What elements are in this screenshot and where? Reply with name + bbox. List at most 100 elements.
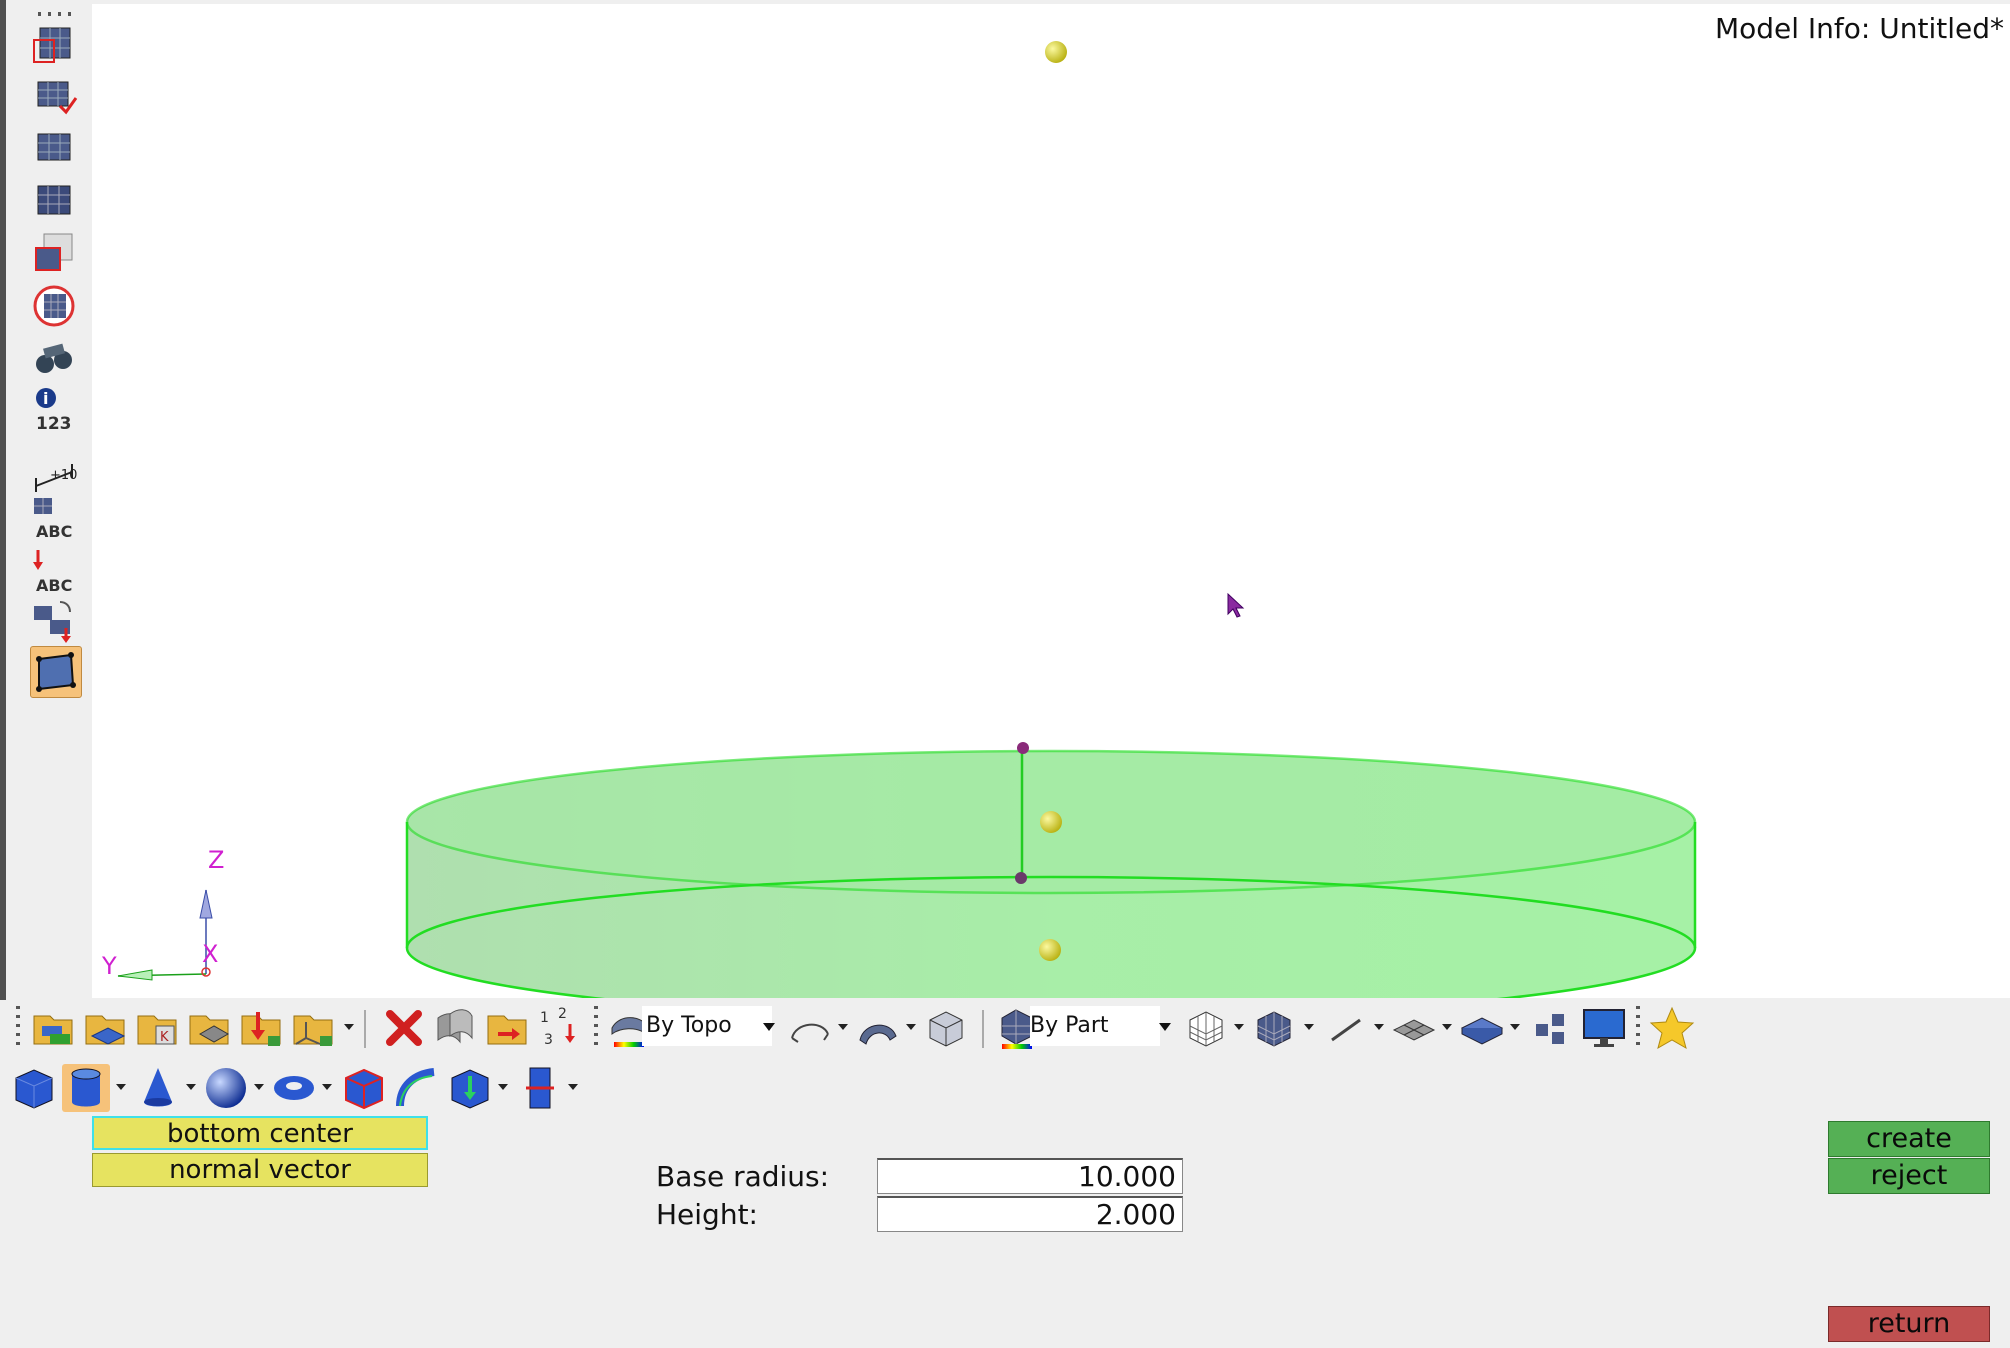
toolbar-divider [364,1010,366,1048]
temp-node-middle[interactable] [1040,811,1062,833]
find-icon[interactable] [30,228,78,276]
chevron-down-icon[interactable] [1372,1020,1386,1034]
chevron-down-icon[interactable] [114,1080,128,1094]
mesh-icon[interactable] [30,176,78,224]
show-elements-icon[interactable] [30,124,78,172]
1d-elements-icon[interactable] [1322,1004,1370,1052]
chevron-down-icon[interactable] [1508,1020,1522,1034]
import-geometry-icon[interactable] [82,1004,130,1052]
toolbar-grip[interactable] [594,1006,598,1050]
split-block-icon[interactable] [516,1064,564,1112]
svg-text:i: i [43,389,48,408]
graphics-viewport[interactable]: Model Info: Untitled* Z Y X [92,4,2010,999]
chevron-down-icon[interactable] [836,1020,850,1034]
chevron-down-icon[interactable] [342,1020,356,1034]
chevron-down-icon[interactable] [320,1080,334,1094]
open-model-icon[interactable] [30,1004,78,1052]
binoculars-icon[interactable] [30,334,78,382]
part-color-combo[interactable]: By Part [1030,1006,1160,1046]
explode-parts-icon[interactable] [1528,1004,1576,1052]
base-radius-field[interactable]: 10.000 [877,1158,1183,1194]
cylinder-surface[interactable] [405,749,1697,999]
svg-text:K: K [160,1030,169,1045]
triad-y-label: Y [102,952,117,980]
sphere-primitive-icon[interactable] [202,1064,250,1112]
temp-node-bottom[interactable] [1039,939,1061,961]
sweep-primitive-icon[interactable] [392,1064,440,1112]
component-check-icon[interactable] [30,72,78,120]
numbers-info-icon[interactable]: i 123 [30,384,78,440]
chevron-down-icon[interactable] [1440,1020,1454,1034]
measure-icon[interactable]: +10 [30,446,78,494]
organize-folder-icon[interactable] [484,1004,532,1052]
base-radius-label: Base radius: [656,1160,830,1193]
box-green-arrow-icon[interactable] [446,1064,494,1112]
component-view-icon[interactable] [30,22,78,70]
organize-icon[interactable] [30,598,78,646]
triad-z-label: Z [208,846,225,874]
shaded-elements-icon[interactable] [1250,1004,1298,1052]
chevron-down-icon[interactable] [1302,1020,1316,1034]
temp-node-top[interactable] [1045,41,1067,63]
chevron-down-icon[interactable] [1232,1020,1246,1034]
main-toolbar: K 123 By Topo By Part [6,998,2010,1058]
toolbar-grip[interactable] [16,1006,20,1050]
favorites-star-icon[interactable] [1648,1004,1696,1052]
model-scene[interactable] [92,4,2010,999]
reject-button[interactable]: reject [1828,1158,1990,1194]
primitives-toolbar [6,1058,706,1118]
bottom-center-selector[interactable]: bottom center [92,1116,428,1150]
chevron-down-icon[interactable] [1158,1020,1172,1034]
import-solver-icon[interactable]: K [134,1004,182,1052]
export-icon[interactable] [238,1004,286,1052]
shaded-surface-icon[interactable] [854,1004,902,1052]
solid-box-icon[interactable] [922,1004,970,1052]
cube-primitive-icon[interactable] [10,1064,58,1112]
triad-x-label: X [202,940,219,968]
display-monitor-icon[interactable] [1580,1004,1628,1052]
top-center-node[interactable] [1017,742,1029,754]
wireframe-surface-icon[interactable] [786,1004,834,1052]
renumber-icon[interactable]: 123 [536,1004,584,1052]
chevron-down-icon[interactable] [496,1080,510,1094]
abc-load-icon[interactable]: ABC [30,548,78,598]
chevron-down-icon[interactable] [566,1080,580,1094]
abc-label-2: ABC [36,576,73,595]
temp-nodes-icon[interactable] [432,1004,480,1052]
svg-text:2: 2 [558,1006,567,1022]
toolbar-grip[interactable] [38,12,78,16]
create-button[interactable]: create [1828,1121,1990,1157]
box-red-edges-icon[interactable] [340,1064,388,1112]
isolate-icon[interactable] [30,282,78,330]
cone-primitive-icon[interactable] [134,1064,182,1112]
abc-label-1: ABC [36,522,73,541]
axis-triad [117,889,213,981]
measure-label: +10 [50,468,78,483]
left-toolbar: i 123 +10 ABC ABC [0,0,92,1000]
chevron-down-icon[interactable] [904,1020,918,1034]
normal-vector-selector[interactable]: normal vector [92,1153,428,1187]
svg-text:1: 1 [540,1010,549,1026]
numbers-label: 123 [36,414,72,434]
topo-color-combo[interactable]: By Topo [642,1006,772,1046]
height-label: Height: [656,1198,758,1231]
abc-label-icon[interactable]: ABC [30,496,78,546]
2d-elements-icon[interactable] [1390,1004,1438,1052]
delete-icon[interactable] [380,1004,428,1052]
chevron-down-icon[interactable] [184,1080,198,1094]
svg-text:3: 3 [544,1032,553,1048]
wireframe-elements-icon[interactable] [1182,1004,1230,1052]
chevron-down-icon[interactable] [252,1080,266,1094]
export-options-icon[interactable] [290,1004,338,1052]
bottom-center-node[interactable] [1015,872,1027,884]
torus-primitive-icon[interactable] [270,1064,318,1112]
cylinder-primitive-icon[interactable] [62,1064,110,1112]
return-button[interactable]: return [1828,1306,1990,1342]
chevron-down-icon[interactable] [762,1020,776,1034]
toolbar-divider [982,1010,984,1048]
3d-elements-icon[interactable] [1458,1004,1506,1052]
quick-edit-icon[interactable] [30,646,82,698]
height-field[interactable]: 2.000 [877,1196,1183,1232]
toolbar-grip[interactable] [1636,1006,1640,1050]
import-mesh-icon[interactable] [186,1004,234,1052]
